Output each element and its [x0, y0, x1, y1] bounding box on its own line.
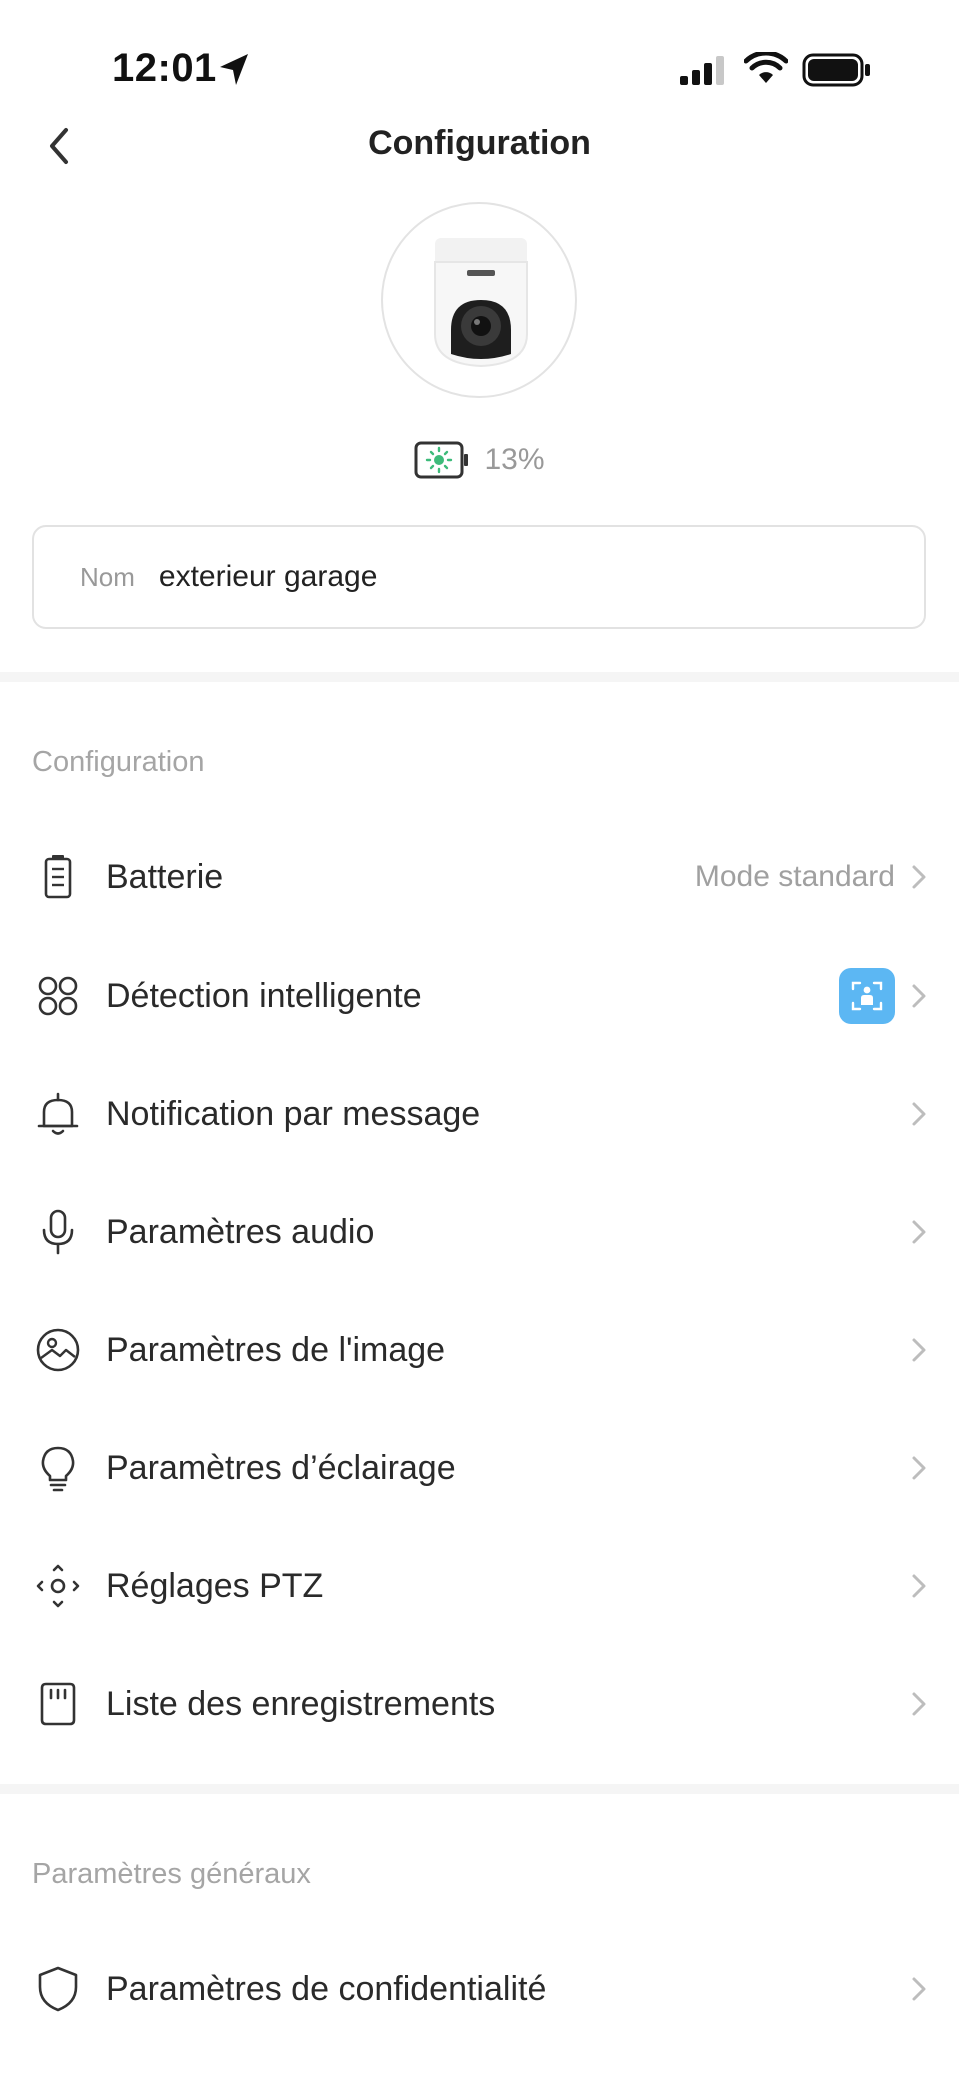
menu-item-privacy[interactable]: Paramètres de confidentialité [0, 1930, 959, 2048]
microphone-icon [42, 1209, 74, 1255]
menu-item-image[interactable]: Paramètres de l'image [0, 1291, 959, 1409]
person-detection-badge [839, 968, 895, 1024]
menu-item-recordings[interactable]: Liste des enregistrements [0, 1645, 959, 1763]
battery-percent: 13% [484, 443, 545, 476]
menu-item-label: Paramètres de confidentialité [106, 1969, 547, 2008]
menu-item-smart-detection[interactable]: Détection intelligente [0, 937, 959, 1055]
status-bar: 12:01 [0, 0, 959, 110]
page-title: Configuration [368, 124, 591, 162]
battery-icon [44, 855, 72, 899]
chevron-right-icon [912, 1220, 926, 1244]
ptz-icon [36, 1564, 80, 1608]
battery-mode-value: Mode standard [694, 860, 895, 893]
camera-icon [434, 238, 528, 368]
camera-device-image [381, 202, 577, 398]
sd-card-icon [40, 1682, 76, 1726]
section-title-configuration: Configuration [32, 746, 205, 778]
chevron-right-icon [912, 1574, 926, 1598]
menu-item-label: Paramètres d’éclairage [106, 1448, 456, 1487]
section-divider [0, 1784, 959, 1794]
cellular-signal-icon [680, 56, 724, 85]
wifi-icon [744, 52, 788, 83]
chevron-right-icon [912, 1338, 926, 1362]
menu-item-audio[interactable]: Paramètres audio [0, 1173, 959, 1291]
chevron-right-icon [912, 1977, 926, 2001]
status-time: 12:01 [112, 46, 217, 90]
device-name-field[interactable]: Nom exterieur garage [32, 525, 926, 629]
location-arrow-icon [220, 54, 248, 85]
chevron-right-icon [912, 1692, 926, 1716]
menu-item-battery[interactable]: Batterie Mode standard [0, 818, 959, 936]
shield-icon [38, 1966, 78, 2012]
chevron-right-icon [912, 1456, 926, 1480]
menu-item-label: Batterie [106, 857, 224, 896]
menu-item-label: Notification par message [106, 1094, 481, 1133]
menu-item-ptz[interactable]: Réglages PTZ [0, 1527, 959, 1645]
menu-item-label: Réglages PTZ [106, 1566, 324, 1605]
menu-item-label: Paramètres de l'image [106, 1330, 446, 1369]
menu-item-label: Liste des enregistrements [106, 1684, 496, 1723]
menu-item-label: Détection intelligente [106, 976, 422, 1015]
solar-battery-icon [414, 441, 469, 479]
image-icon [36, 1328, 80, 1372]
chevron-right-icon [912, 984, 926, 1008]
chevron-right-icon [912, 865, 926, 889]
name-label: Nom [80, 561, 135, 592]
section-title-general: Paramètres généraux [32, 1858, 311, 1890]
grid-circles-icon [38, 976, 78, 1016]
name-value[interactable]: exterieur garage [159, 560, 377, 594]
chevron-right-icon [912, 1102, 926, 1126]
bell-icon [37, 1092, 79, 1135]
battery-status-icon [802, 53, 870, 87]
menu-item-notification[interactable]: Notification par message [0, 1055, 959, 1173]
nav-bar: Configuration [0, 110, 959, 180]
lightbulb-icon [41, 1446, 75, 1492]
person-detection-icon [851, 981, 883, 1011]
menu-item-label: Paramètres audio [106, 1212, 375, 1251]
section-divider [0, 672, 959, 682]
menu-item-lighting[interactable]: Paramètres d’éclairage [0, 1409, 959, 1527]
battery-level: 13% [0, 438, 959, 482]
